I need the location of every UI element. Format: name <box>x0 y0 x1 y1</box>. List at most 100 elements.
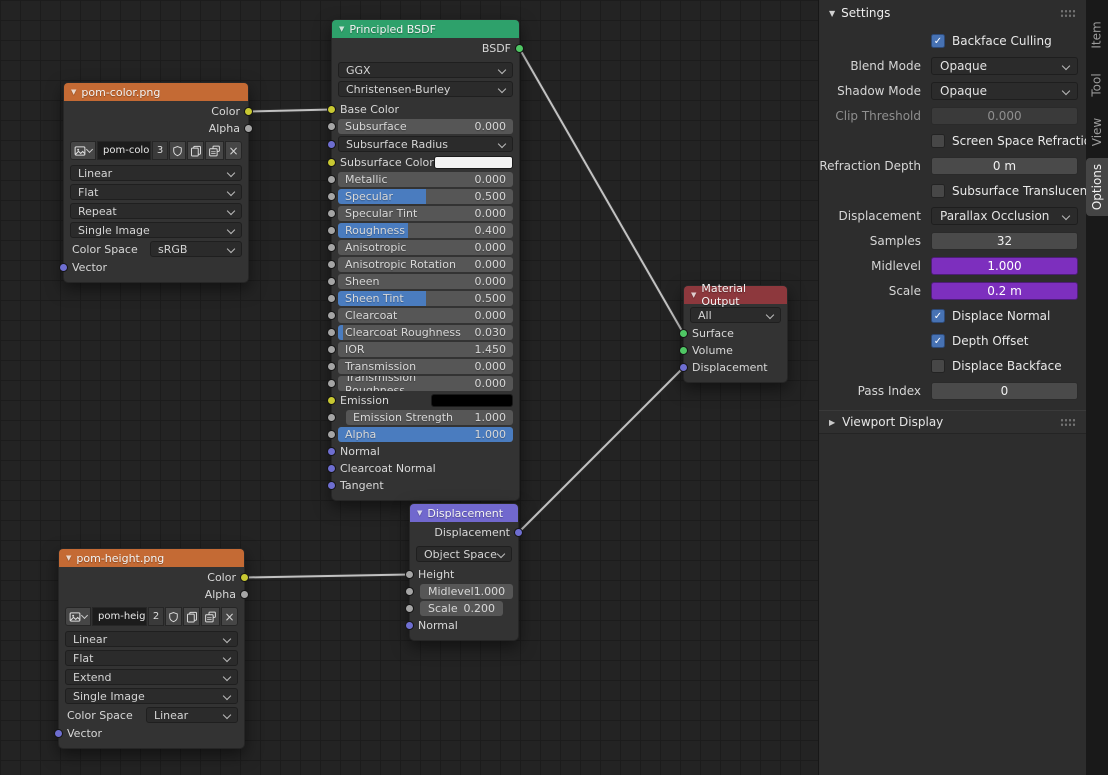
normal-input-socket[interactable] <box>327 447 336 456</box>
tab-options[interactable]: Options <box>1086 158 1108 216</box>
collapse-icon[interactable]: ▼ <box>339 25 344 33</box>
midlevel-slider[interactable]: Midlevel 1.000 <box>420 584 514 599</box>
image-users-count[interactable]: 2 <box>148 607 164 626</box>
ior-slider[interactable]: IOR 1.450 <box>338 342 513 357</box>
collapse-icon[interactable]: ▼ <box>66 554 71 562</box>
metallic-slider[interactable]: Metallic 0.000 <box>338 172 513 187</box>
subsurface-color-color-swatch[interactable] <box>433 156 513 169</box>
color-space-dropdown[interactable]: Linear <box>146 707 238 723</box>
screen-space-refraction-checkbox[interactable] <box>931 134 945 148</box>
subsurface-translucency-checkbox[interactable] <box>931 184 945 198</box>
image-name-field[interactable]: pom-height... <box>92 607 147 626</box>
node-pom-color[interactable]: ▼ pom-color.png Color Alpha pom-colo 3 ×… <box>59 82 253 283</box>
metallic-input-socket[interactable] <box>327 175 336 184</box>
subsurface-method-dropdown[interactable]: Christensen-Burley <box>338 81 513 97</box>
new-image-button[interactable] <box>187 141 204 160</box>
image-name-field[interactable]: pom-color.png <box>97 141 151 160</box>
alpha-output-socket[interactable] <box>244 124 253 133</box>
clearcoat-roughness-slider[interactable]: Clearcoat Roughness 0.030 <box>338 325 513 340</box>
volume-input-socket[interactable] <box>679 346 688 355</box>
depth-offset-checkbox[interactable]: ✓ <box>931 334 945 348</box>
samples-field[interactable]: 32 <box>931 232 1078 250</box>
subsurface-slider[interactable]: Subsurface 0.000 <box>338 119 513 134</box>
transmission-input-socket[interactable] <box>327 362 336 371</box>
pom-height-node-header[interactable]: ▼ pom-height.png <box>59 549 244 567</box>
subsurface-radius-dropdown[interactable]: Subsurface Radius <box>338 136 513 152</box>
surface-input-socket[interactable] <box>679 329 688 338</box>
emission-input-socket[interactable] <box>327 396 336 405</box>
sheen-input-socket[interactable] <box>327 277 336 286</box>
ior-input-socket[interactable] <box>327 345 336 354</box>
specular-tint-input-socket[interactable] <box>327 209 336 218</box>
anisotropic-rotation-input-socket[interactable] <box>327 260 336 269</box>
roughness-slider[interactable]: Roughness 0.400 <box>338 223 513 238</box>
subsurface-color-input-socket[interactable] <box>327 158 336 167</box>
node-principled-bsdf[interactable]: ▼ Principled BSDF BSDF GGX Christensen-B… <box>327 19 524 501</box>
target-dropdown[interactable]: All <box>690 307 781 323</box>
source-dropdown[interactable]: Single Image <box>70 222 242 238</box>
unlink-image-button[interactable]: × <box>225 141 242 160</box>
alpha-slider[interactable]: Alpha 1.000 <box>338 427 513 442</box>
pom-color-node-header[interactable]: ▼ pom-color.png <box>64 83 248 101</box>
clearcoat-input-socket[interactable] <box>327 311 336 320</box>
pack-image-button[interactable] <box>201 607 220 626</box>
transmission-slider[interactable]: Transmission 0.000 <box>338 359 513 374</box>
alpha-output-socket[interactable] <box>240 590 249 599</box>
collapse-icon[interactable]: ▼ <box>71 88 76 96</box>
new-image-button[interactable] <box>183 607 200 626</box>
midlevel-field[interactable]: 1.000 <box>931 257 1078 275</box>
tangent-input-socket[interactable] <box>327 481 336 490</box>
transmission-roughness-input-socket[interactable] <box>327 379 336 388</box>
scale-slider[interactable]: Scale 0.200 <box>420 601 503 616</box>
node-displacement[interactable]: ▼ Displacement Displacement Object Space… <box>405 503 523 641</box>
color-space-dropdown[interactable]: sRGB <box>150 241 242 257</box>
blend-mode-dropdown[interactable]: Opaque <box>931 57 1078 75</box>
collapse-right-icon[interactable]: ▶ <box>829 418 835 427</box>
anisotropic-rotation-slider[interactable]: Anisotropic Rotation 0.000 <box>338 257 513 272</box>
transmission-roughness-slider[interactable]: Transmission Roughness 0.000 <box>338 376 513 391</box>
displace-normal-checkbox[interactable]: ✓ <box>931 309 945 323</box>
source-dropdown[interactable]: Single Image <box>65 688 238 704</box>
specular-input-socket[interactable] <box>327 192 336 201</box>
collapse-icon[interactable]: ▼ <box>829 9 835 18</box>
displacement-dropdown[interactable]: Parallax Occlusion <box>931 207 1078 225</box>
fake-user-button[interactable] <box>165 607 182 626</box>
node-material-output[interactable]: ▼ Material Output All Surface Volume Dis… <box>679 282 788 383</box>
drag-grip-icon[interactable] <box>1060 8 1076 18</box>
unlink-image-button[interactable]: × <box>221 607 238 626</box>
image-browse-button[interactable] <box>70 141 96 160</box>
material-output-node-header[interactable]: ▼ Material Output <box>684 282 787 308</box>
refraction-depth-field[interactable]: 0 m <box>931 157 1078 175</box>
node-pom-height[interactable]: ▼ pom-height.png Color Alpha pom-heig 2 … <box>54 548 249 749</box>
subsurface-input-socket[interactable] <box>327 122 336 131</box>
base-color-input-socket[interactable] <box>327 105 336 114</box>
emission-color-swatch[interactable] <box>431 394 513 407</box>
color-output-socket[interactable] <box>244 107 253 116</box>
color-output-socket[interactable] <box>240 573 249 582</box>
sheen-slider[interactable]: Sheen 0.000 <box>338 274 513 289</box>
specular-slider[interactable]: Specular 0.500 <box>338 189 513 204</box>
interpolation-dropdown[interactable]: Linear <box>65 631 238 647</box>
alpha-input-socket[interactable] <box>327 430 336 439</box>
sheen-tint-input-socket[interactable] <box>327 294 336 303</box>
anisotropic-input-socket[interactable] <box>327 243 336 252</box>
vector-input-socket[interactable] <box>54 729 63 738</box>
midlevel-input-socket[interactable] <box>405 587 414 596</box>
emission-strength-input-socket[interactable] <box>327 413 336 422</box>
height-input-socket[interactable] <box>405 570 414 579</box>
extension-dropdown[interactable]: Extend <box>65 669 238 685</box>
emission-strength-slider[interactable]: Emission Strength 1.000 <box>346 410 513 425</box>
displacement-node-header[interactable]: ▼ Displacement <box>410 504 518 522</box>
fake-user-button[interactable] <box>169 141 186 160</box>
sheen-tint-slider[interactable]: Sheen Tint 0.500 <box>338 291 513 306</box>
clearcoat-normal-input-socket[interactable] <box>327 464 336 473</box>
displace-backface-checkbox[interactable] <box>931 359 945 373</box>
clearcoat-roughness-input-socket[interactable] <box>327 328 336 337</box>
tab-tool[interactable]: Tool <box>1086 64 1108 106</box>
vector-input-socket[interactable] <box>59 263 68 272</box>
settings-panel-header[interactable]: ▼ Settings <box>819 0 1086 26</box>
clip-threshold-field[interactable]: 0.000 <box>931 107 1078 125</box>
image-users-count[interactable]: 3 <box>152 141 168 160</box>
principled-node-header[interactable]: ▼ Principled BSDF <box>332 20 519 38</box>
projection-dropdown[interactable]: Flat <box>70 184 242 200</box>
